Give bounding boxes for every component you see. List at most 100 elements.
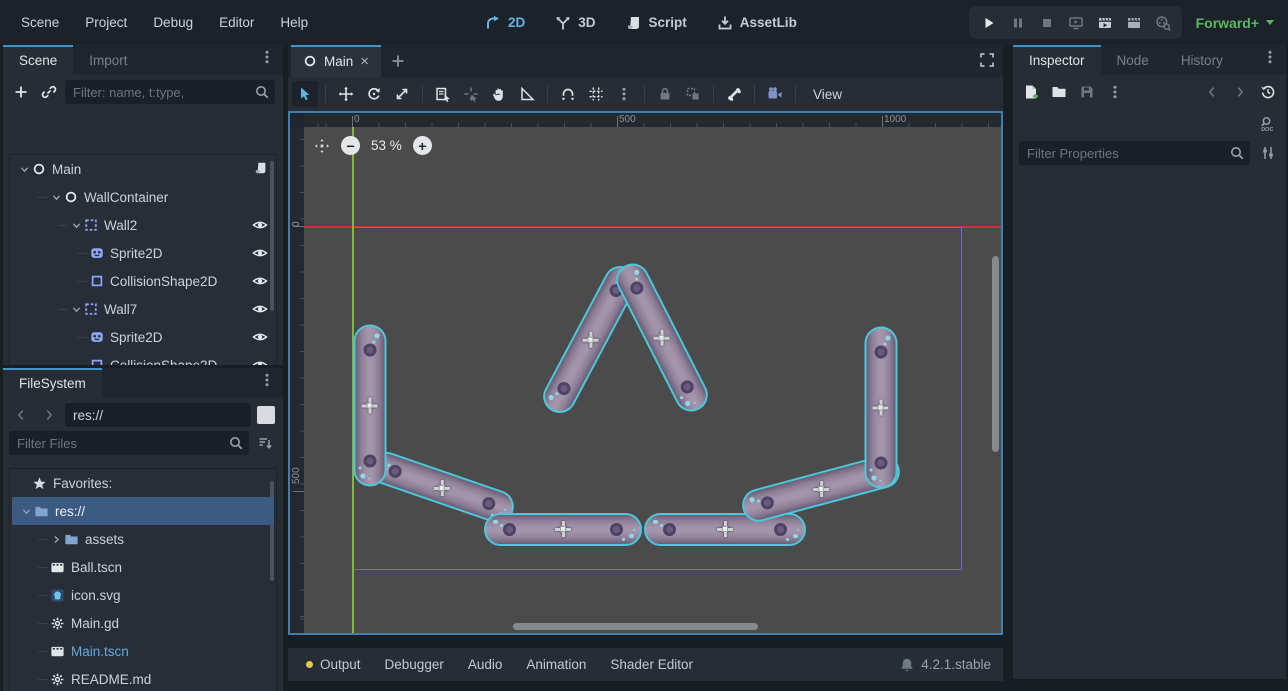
file-icon-svg[interactable]: icon.svg [10,581,276,609]
visibility-toggle[interactable] [252,273,268,289]
menu-scene[interactable]: Scene [8,0,72,45]
scene-node-collisionshape2d[interactable]: CollisionShape2D [10,267,276,295]
file-res-[interactable]: res:// [12,497,274,525]
zoom-in-button[interactable]: + [413,136,432,155]
zoom-out-button[interactable]: − [341,136,360,155]
group-selected-button[interactable] [680,81,706,107]
workspace-tab-3d[interactable]: 3D [543,0,607,45]
lock-selected-button[interactable] [652,81,678,107]
chevron-down-icon[interactable] [18,163,30,175]
wall-right-vertical[interactable] [865,326,898,488]
center-view-icon[interactable] [314,138,330,154]
tab-import[interactable]: Import [73,45,143,75]
play-scene-button[interactable] [1090,8,1119,37]
rotate-tool[interactable] [361,81,387,107]
file-favorites-[interactable]: Favorites: [10,469,276,497]
resource-menu-button[interactable] [1103,80,1127,104]
play-button[interactable] [974,8,1003,37]
wall-bottom-left[interactable] [484,513,642,546]
workspace-tab-assetlib[interactable]: AssetLib [705,0,809,45]
wall-bottom-right[interactable] [644,513,806,546]
stop-button[interactable] [1032,8,1061,37]
pan-tool[interactable] [486,81,512,107]
load-resource-button[interactable] [1047,80,1071,104]
chevron-down-icon[interactable] [50,191,62,203]
vertical-scrollbar[interactable] [992,256,999,452]
chevron-down-icon[interactable] [70,303,82,315]
chevron-right-icon[interactable] [50,533,62,545]
wall-left-vertical[interactable] [354,324,387,486]
bottom-tab-animation[interactable]: Animation [514,648,598,681]
bottom-tab-output[interactable]: Output [294,648,373,681]
tab-history[interactable]: History [1165,45,1239,75]
close-icon[interactable]: × [360,53,369,70]
tab-node[interactable]: Node [1101,45,1165,75]
new-scene-tab-button[interactable] [381,45,415,77]
file-readme-md[interactable]: README.md [10,665,276,691]
menu-help[interactable]: Help [267,0,321,45]
click-select-tool[interactable] [458,81,484,107]
chevron-down-icon[interactable] [70,219,82,231]
file-main-tscn[interactable]: Main.tscn [10,637,276,665]
scene-node-main[interactable]: Main [10,155,276,183]
snap-options-menu[interactable] [611,81,637,107]
distraction-free-button[interactable] [979,52,995,68]
save-resource-button[interactable] [1075,80,1099,104]
filesystem-dock-menu-button[interactable] [255,368,279,392]
tab-inspector[interactable]: Inspector [1013,45,1101,75]
add-node-button[interactable] [9,80,33,104]
tab-scene[interactable]: Scene [3,45,73,75]
menu-editor[interactable]: Editor [206,0,267,45]
skeleton-options-button[interactable] [721,81,747,107]
object-history-button[interactable] [1256,80,1280,104]
visibility-toggle[interactable] [252,245,268,261]
pause-button[interactable] [1003,8,1032,37]
view-menu-button[interactable]: View [803,87,852,102]
inspector-dock-menu-button[interactable] [1258,45,1282,69]
scene-node-sprite2d[interactable]: Sprite2D [10,323,276,351]
history-forward-button[interactable] [1228,80,1252,104]
open-docs-button[interactable]: DOC [1254,112,1278,136]
ruler-tool[interactable] [514,81,540,107]
grid-snap-toggle[interactable] [583,81,609,107]
list-select-tool[interactable] [430,81,456,107]
movie-maker-button[interactable] [1148,8,1177,37]
scene-node-wall7[interactable]: Wall7 [10,295,276,323]
select-tool[interactable] [292,81,318,107]
bottom-tab-shader-editor[interactable]: Shader Editor [598,648,705,681]
instance-scene-button[interactable] [37,80,61,104]
current-path[interactable]: res:// [65,408,111,423]
file-sort-button[interactable] [253,431,277,455]
play-custom-scene-button[interactable] [1119,8,1148,37]
file-ball-tscn[interactable]: Ball.tscn [10,553,276,581]
visibility-toggle[interactable] [252,357,268,365]
smart-snap-toggle[interactable] [555,81,581,107]
visibility-toggle[interactable] [252,329,268,345]
tab-scene-main[interactable]: Main × [291,45,381,77]
tab-filesystem[interactable]: FileSystem [3,368,102,398]
scale-tool[interactable] [389,81,415,107]
menu-debug[interactable]: Debug [140,0,206,45]
file-assets[interactable]: assets [10,525,276,553]
workspace-tab-script[interactable]: Script [614,0,699,45]
horizontal-scrollbar[interactable] [513,623,758,630]
nav-back-button[interactable] [9,403,33,427]
scene-filter-input[interactable] [65,80,275,104]
notification-bell-icon[interactable] [899,657,915,673]
zoom-level[interactable]: 53 % [371,138,402,153]
bottom-tab-debugger[interactable]: Debugger [373,648,456,681]
canvas-2d[interactable]: − 53 % + [304,127,1001,633]
visibility-toggle[interactable] [252,217,268,233]
visibility-toggle[interactable] [252,301,268,317]
camera-override-button[interactable] [762,81,788,107]
scene-dock-menu-button[interactable] [255,45,279,69]
attached-script-button[interactable] [254,161,268,175]
renderer-select[interactable]: Forward+ [1190,0,1280,45]
scene-node-sprite2d[interactable]: Sprite2D [10,239,276,267]
file-filter-input[interactable] [9,431,249,455]
nav-forward-button[interactable] [37,403,61,427]
scene-node-wall2[interactable]: Wall2 [10,211,276,239]
property-filter-input[interactable] [1019,141,1250,165]
file-main-gd[interactable]: Main.gd [10,609,276,637]
menu-project[interactable]: Project [72,0,140,45]
